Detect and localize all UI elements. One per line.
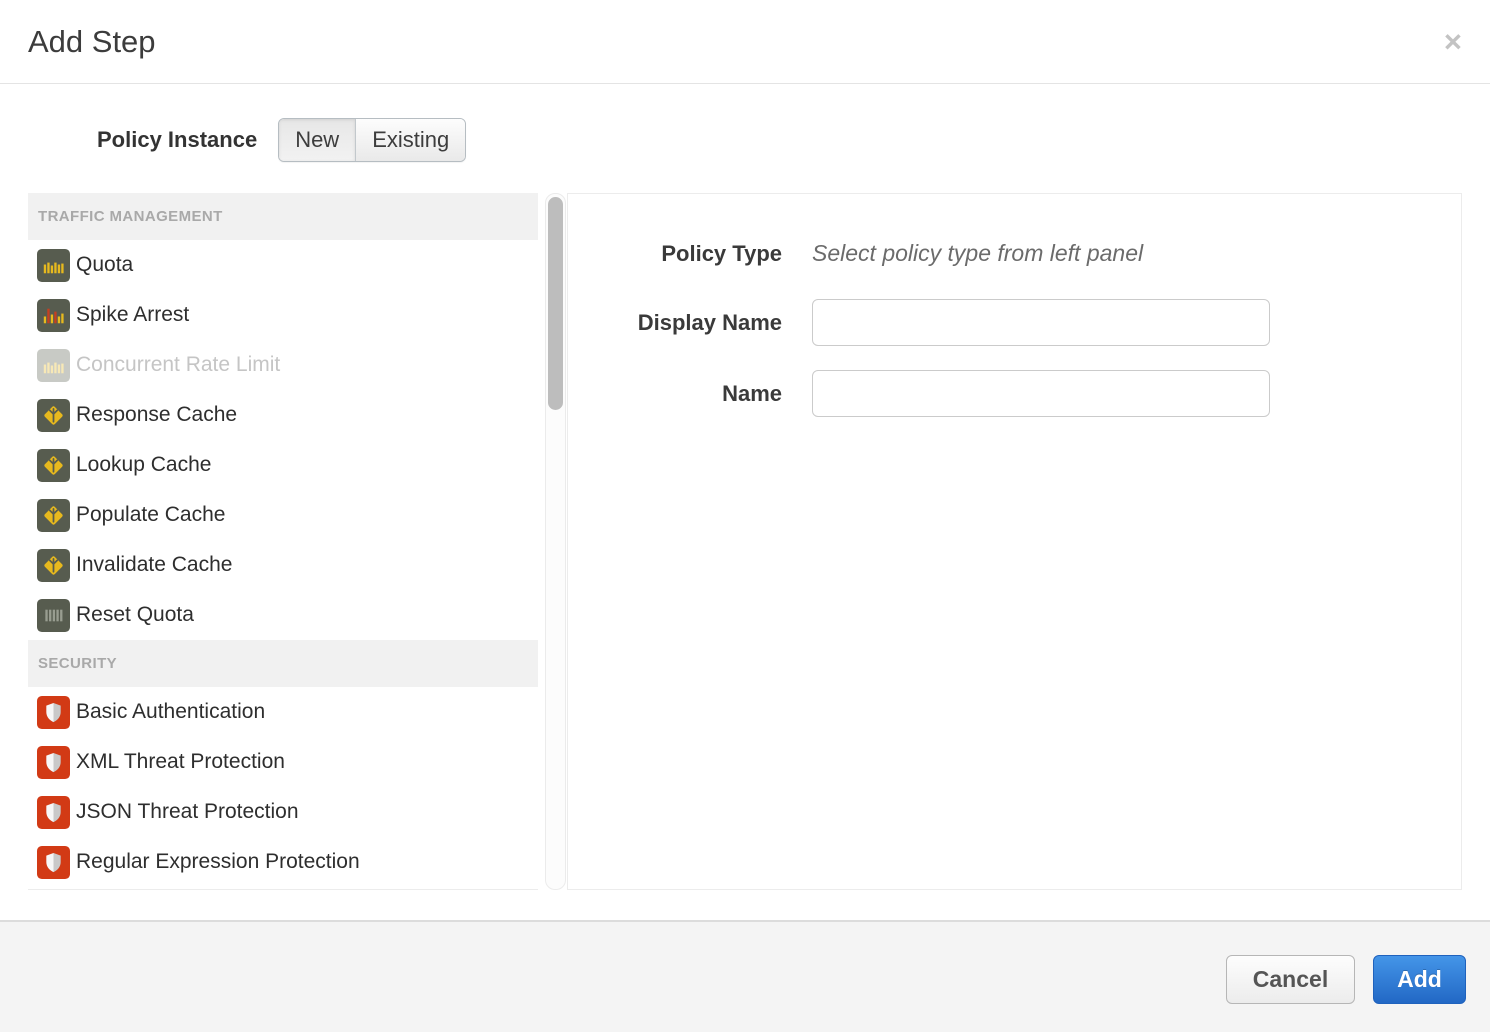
cache-icon: [37, 399, 76, 432]
modal-header: Add Step ×: [0, 0, 1490, 84]
policy-instance-toggle: New Existing: [278, 118, 466, 162]
policy-item[interactable]: Quota: [28, 240, 538, 290]
display-name-label: Display Name: [568, 310, 782, 336]
close-icon[interactable]: ×: [1444, 26, 1462, 57]
toggle-existing-button[interactable]: Existing: [355, 119, 465, 161]
cache-icon: [37, 499, 76, 532]
policy-item-label: Populate Cache: [76, 503, 225, 527]
policy-item-label: Lookup Cache: [76, 453, 211, 477]
policy-item[interactable]: Invalidate Cache: [28, 540, 538, 590]
policy-item-label: JSON Threat Protection: [76, 800, 299, 824]
policy-instance-row: Policy Instance New Existing: [97, 118, 1490, 162]
policy-type-label: Policy Type: [568, 241, 782, 267]
reset-quota-icon: [37, 599, 76, 632]
name-field[interactable]: [812, 370, 1270, 417]
cache-icon: [37, 549, 76, 582]
policy-instance-label: Policy Instance: [97, 127, 257, 153]
page-title: Add Step: [28, 24, 156, 60]
policy-detail-panel: Policy Type Select policy type from left…: [567, 193, 1462, 890]
policy-item[interactable]: Response Cache: [28, 390, 538, 440]
section-header: SECURITY: [28, 640, 538, 687]
shield-icon: [37, 696, 76, 729]
display-name-field[interactable]: [812, 299, 1270, 346]
policy-item[interactable]: XML Threat Protection: [28, 737, 538, 787]
name-label: Name: [568, 381, 782, 407]
policy-item-label: Reset Quota: [76, 603, 194, 627]
policy-item[interactable]: Populate Cache: [28, 490, 538, 540]
policy-type-row: Policy Type Select policy type from left…: [568, 240, 1461, 267]
shield-icon: [37, 746, 76, 779]
policy-list-scrollbar[interactable]: [545, 193, 566, 890]
policy-list: TRAFFIC MANAGEMENT Quota Spike Arrest Concu…: [28, 193, 538, 890]
spike-arrest-icon: [37, 299, 76, 332]
policy-item[interactable]: Basic Authentication: [28, 687, 538, 737]
shield-icon: [37, 796, 76, 829]
policy-item-label: Response Cache: [76, 403, 237, 427]
policy-item: Concurrent Rate Limit: [28, 340, 538, 390]
policy-item[interactable]: Reset Quota: [28, 590, 538, 640]
policy-item[interactable]: Regular Expression Protection: [28, 837, 538, 887]
toggle-new-button[interactable]: New: [279, 119, 355, 161]
quota-icon: [37, 249, 76, 282]
scrollbar-thumb[interactable]: [548, 197, 563, 410]
section-header: TRAFFIC MANAGEMENT: [28, 193, 538, 240]
panels: TRAFFIC MANAGEMENT Quota Spike Arrest Concu…: [28, 193, 1462, 890]
policy-item-label: Basic Authentication: [76, 700, 265, 724]
policy-item-label: Quota: [76, 253, 133, 277]
add-step-modal: Add Step × Policy Instance New Existing …: [0, 0, 1490, 890]
policy-item-label: Invalidate Cache: [76, 553, 232, 577]
display-name-row: Display Name: [568, 299, 1461, 346]
policy-item-label: XML Threat Protection: [76, 750, 285, 774]
concurrent-rate-limit-icon: [37, 349, 76, 382]
policy-item-label: Concurrent Rate Limit: [76, 353, 280, 377]
policy-item[interactable]: Lookup Cache: [28, 440, 538, 490]
cancel-button[interactable]: Cancel: [1226, 955, 1355, 1004]
policy-item-label: Spike Arrest: [76, 303, 189, 327]
footer-buttons: Cancel Add: [1226, 955, 1466, 1004]
shield-icon: [37, 846, 76, 879]
policy-item-label: Regular Expression Protection: [76, 850, 360, 874]
add-button[interactable]: Add: [1373, 955, 1466, 1004]
modal-footer: Cancel Add: [0, 920, 1490, 1032]
policy-type-value: Select policy type from left panel: [812, 240, 1143, 267]
cache-icon: [37, 449, 76, 482]
policy-item[interactable]: JSON Threat Protection: [28, 787, 538, 837]
policy-item[interactable]: Spike Arrest: [28, 290, 538, 340]
name-row: Name: [568, 370, 1461, 417]
